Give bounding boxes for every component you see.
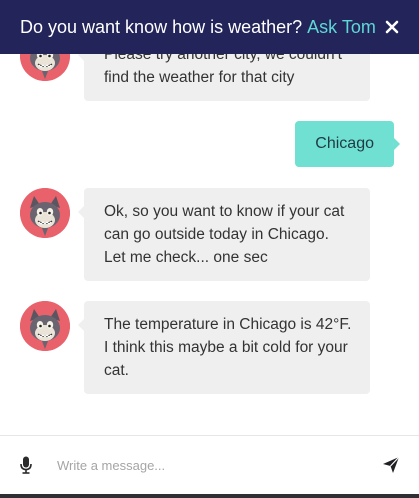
bot-message-text: The temperature in Chicago is 42°F. I th… — [104, 316, 352, 379]
chat-window: Please try another city, we couldn't fin… — [0, 0, 419, 498]
header-title: Do you want know how is weather? Ask Tom — [20, 16, 376, 38]
message-composer — [0, 435, 419, 494]
message-input[interactable] — [50, 450, 350, 480]
chat-header: Do you want know how is weather? Ask Tom — [0, 0, 419, 54]
user-message-text: Chicago — [315, 135, 374, 152]
bot-avatar — [20, 301, 70, 351]
microphone-icon — [20, 456, 32, 474]
bot-message: Ok, so you want to know if your cat can … — [78, 188, 370, 281]
bot-message: The temperature in Chicago is 42°F. I th… — [78, 301, 370, 394]
microphone-button[interactable] — [16, 454, 36, 476]
send-icon — [383, 456, 400, 473]
user-message: Chicago — [295, 121, 400, 167]
ask-tom-link[interactable]: Ask Tom — [307, 17, 376, 37]
bot-avatar — [20, 188, 70, 238]
bot-message-text: Ok, so you want to know if your cat can … — [104, 203, 345, 266]
message-list[interactable]: Please try another city, we couldn't fin… — [0, 0, 419, 435]
bottom-bar — [0, 494, 419, 498]
send-button[interactable] — [381, 455, 401, 475]
header-question: Do you want know how is weather? — [20, 17, 303, 37]
tom-cat-avatar-icon — [20, 301, 70, 351]
tom-cat-avatar-icon — [20, 188, 70, 238]
close-icon — [385, 20, 399, 34]
close-button[interactable] — [379, 14, 405, 40]
